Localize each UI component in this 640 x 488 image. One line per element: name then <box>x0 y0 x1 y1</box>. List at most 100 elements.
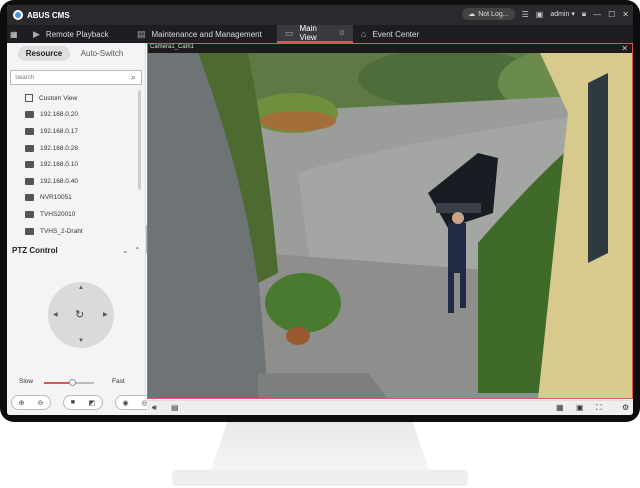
search-input[interactable] <box>10 70 142 85</box>
zoom-pill: ⊕ ⊖ <box>11 395 51 410</box>
tab-label: Event Center <box>372 29 420 39</box>
tree-item-device[interactable]: 192.168.0.17 <box>7 123 139 140</box>
tree-item-label: NVR10051 <box>40 194 72 202</box>
tab-maintenance[interactable]: ▤ Maintenance and Management <box>129 25 270 43</box>
window-icon[interactable]: ▣ <box>576 403 584 412</box>
tree-item-custom-view[interactable]: Custom View <box>7 90 139 107</box>
monitor-frame: ABUS CMS ☁ Not Log... ☰ ▣ admin ▾ 🔒︎ — ☐… <box>0 0 640 422</box>
user-name: admin <box>550 11 570 18</box>
tree-item-device[interactable]: NVR10051 <box>7 190 139 207</box>
monitor-stand <box>210 422 430 472</box>
search-icon[interactable]: ⌕ <box>131 72 136 83</box>
device-icon <box>25 177 34 185</box>
cloud-icon: ☁ <box>468 11 476 18</box>
focus-near-icon[interactable]: ■ <box>71 399 75 406</box>
device-icon <box>25 144 34 152</box>
speed-fill <box>44 382 72 384</box>
device-icon <box>25 127 34 135</box>
grid-menu-icon[interactable]: ▦ <box>7 25 23 43</box>
title-bar-controls: ☁ Not Log... ☰ ▣ admin ▾ 🔒︎ — ☐ ✕ <box>462 8 629 20</box>
speed-slow-label: Slow <box>19 378 34 385</box>
camera-name: Camera1_Cam1 <box>150 44 195 50</box>
tree-item-label: 192.168.0.20 <box>40 111 78 119</box>
list-icon[interactable]: ☰ <box>522 10 529 19</box>
app-name: ABUS CMS <box>27 10 70 20</box>
device-icon <box>25 210 34 218</box>
playback-icon: ▶ <box>33 28 40 39</box>
camera-image <box>148 53 632 398</box>
layout-grid-icon[interactable]: ▦ <box>556 403 564 412</box>
lock-icon[interactable]: 🔒︎ <box>582 9 586 19</box>
tree-item-label: 192.168.0.17 <box>40 127 78 135</box>
device-icon <box>25 161 34 169</box>
app-window: ABUS CMS ☁ Not Log... ☰ ▣ admin ▾ 🔒︎ — ☐… <box>7 5 633 415</box>
tree-item-label: Custom View <box>39 94 78 102</box>
maintenance-icon: ▤ <box>137 28 146 39</box>
ptz-down-arrow-icon[interactable]: ▼ <box>78 338 84 344</box>
monitor-base <box>173 470 467 484</box>
audio-icon[interactable]: 🔊︎ <box>152 403 157 413</box>
device-icon <box>25 227 34 235</box>
close-icon[interactable]: ✕ <box>622 10 629 19</box>
video-header: Camera1_Cam1 ✕ <box>147 43 633 53</box>
custom-view-icon <box>25 94 33 103</box>
settings-gear-icon[interactable]: ⚙ <box>622 403 629 412</box>
tree-item-device[interactable]: 192.168.0.40 <box>7 173 139 190</box>
main-view-icon: ▭ <box>285 27 294 38</box>
speed-track[interactable] <box>44 379 94 386</box>
ptz-direction-pad[interactable]: ▲ ▼ ◀ ▶ ↻ <box>48 282 114 348</box>
zoom-out-icon[interactable]: ⊖ <box>38 399 44 407</box>
ptz-control-header[interactable]: PTZ Control ⌄ ⌃ <box>12 246 142 258</box>
tab-bar: ▦ ▶ Remote Playback ▤ Maintenance and Ma… <box>7 24 633 43</box>
device-icon <box>25 194 34 202</box>
tab-settings-icon[interactable]: ⚙ <box>339 29 345 37</box>
tree-item-device[interactable]: 192.168.0.20 <box>7 107 139 124</box>
video-toolbar: 🔊︎ ▤ ▦ ▣ ⛶ ⚙ <box>147 400 633 415</box>
iris-open-icon[interactable]: ◉ <box>122 399 128 407</box>
tab-remote-playback[interactable]: ▶ Remote Playback <box>25 25 117 43</box>
tree-item-device[interactable]: TVHS_2-Draht <box>7 223 139 240</box>
event-icon: ⌂ <box>361 29 367 39</box>
tree-scrollbar[interactable] <box>138 90 141 190</box>
resource-tab[interactable]: Resource <box>18 46 70 61</box>
ptz-button-group: ⊕ ⊖ ■ ◩ ◉ ◎ <box>11 395 155 410</box>
save-icon[interactable]: ▤ <box>171 403 179 412</box>
ptz-right-arrow-icon[interactable]: ▶ <box>103 311 108 318</box>
login-status[interactable]: ☁ Not Log... <box>462 8 515 20</box>
minimize-icon[interactable]: — <box>593 10 601 19</box>
tree-item-label: 192.168.0.10 <box>40 161 78 169</box>
ptz-title: PTZ Control <box>12 246 58 255</box>
user-menu[interactable]: admin ▾ <box>550 10 575 18</box>
maximize-icon[interactable]: ☐ <box>608 10 615 19</box>
auto-switch-tab[interactable]: Auto-Switch <box>74 46 130 61</box>
tree-item-device[interactable]: 192.168.0.28 <box>7 140 139 157</box>
tab-label: Remote Playback <box>45 29 109 39</box>
focus-pill: ■ ◩ <box>63 395 103 410</box>
zoom-in-icon[interactable]: ⊕ <box>19 399 25 407</box>
abus-logo-icon <box>13 10 23 20</box>
tab-main-view[interactable]: ▭ Main View ⚙ <box>277 24 353 43</box>
speed-fast-label: Fast <box>112 378 125 385</box>
image-icon[interactable]: ▣ <box>536 10 544 19</box>
focus-far-icon[interactable]: ◩ <box>89 399 96 407</box>
resource-panel: Resource Auto-Switch ⌕ Custom View 192.1… <box>7 43 155 415</box>
chevron-up-icon[interactable]: ⌃ <box>134 246 141 255</box>
tree-item-label: TVHS_2-Draht <box>40 227 83 235</box>
tree-item-device[interactable]: 192.168.0.10 <box>7 156 139 173</box>
tree-item-label: 192.168.0.40 <box>40 177 78 185</box>
tab-label: Maintenance and Management <box>151 29 262 39</box>
live-video-feed[interactable] <box>147 53 633 399</box>
ptz-left-arrow-icon[interactable]: ◀ <box>53 311 58 318</box>
ptz-auto-rotate-icon[interactable]: ↻ <box>75 308 84 321</box>
tree-item-label: TVHS20010 <box>40 210 76 218</box>
chevron-down-icon[interactable]: ⌄ <box>122 246 129 255</box>
ptz-up-arrow-icon[interactable]: ▲ <box>78 285 84 291</box>
tree-item-device[interactable]: TVHS20010 <box>7 206 139 223</box>
tab-event-center[interactable]: ⌂ Event Center <box>353 25 427 43</box>
brand: ABUS CMS <box>13 10 70 20</box>
login-status-label: Not Log... <box>478 10 509 18</box>
chevron-down-icon: ▾ <box>571 11 575 18</box>
close-icon[interactable]: ✕ <box>621 44 628 53</box>
fullscreen-icon[interactable]: ⛶ <box>596 403 602 413</box>
speed-knob[interactable] <box>68 379 76 386</box>
